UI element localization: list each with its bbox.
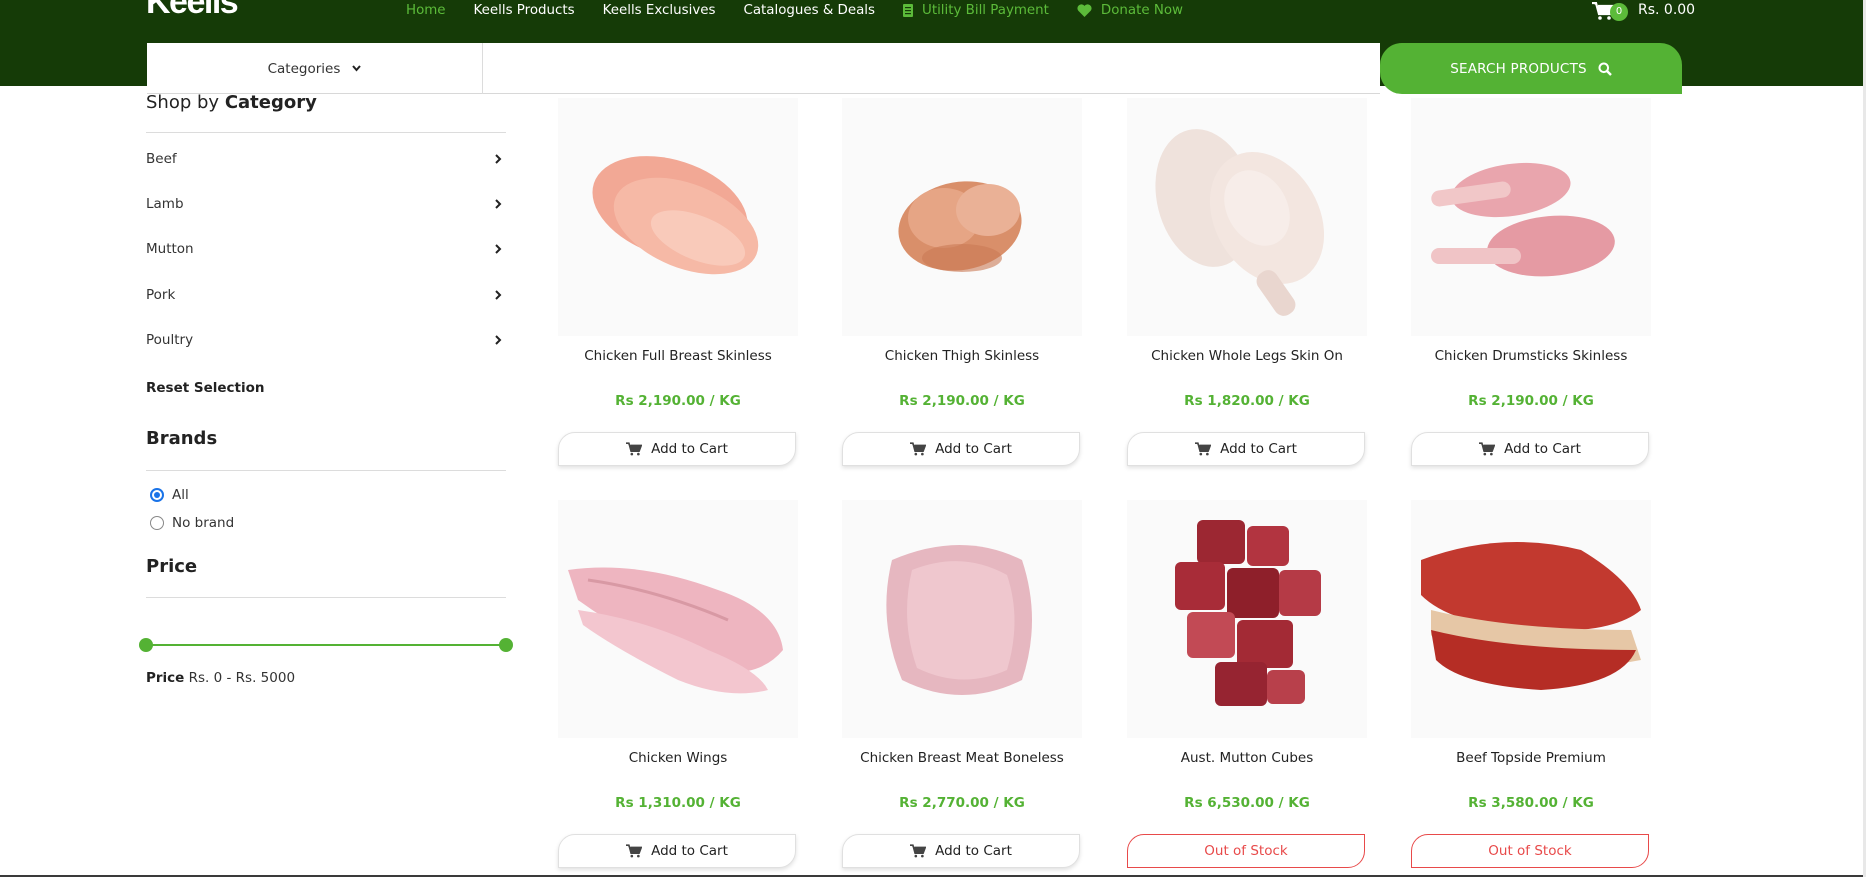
product-name[interactable]: Aust. Mutton Cubes (1127, 750, 1367, 766)
nav-keells-products[interactable]: Keells Products (474, 3, 575, 18)
nav-home[interactable]: Home (406, 3, 446, 18)
chicken-breast-boneless-image (886, 545, 1032, 695)
add-to-cart-button[interactable]: Add to Cart (842, 432, 1080, 466)
chicken-thigh-image (898, 181, 1022, 272)
category-item-pork[interactable]: Pork (146, 283, 506, 307)
price-heading: Price (146, 556, 198, 577)
price-range-label: Price Rs. 0 - Rs. 5000 (146, 670, 296, 686)
divider (146, 597, 506, 598)
product-price: Rs 2,190.00 / KG (1468, 393, 1594, 409)
product-image[interactable] (1127, 500, 1367, 738)
product-card: Chicken Breast Meat Boneless Rs 2,770.00… (842, 500, 1082, 868)
beef-topside-image (1421, 542, 1641, 690)
brand-option-no-brand[interactable]: No brand (150, 515, 234, 531)
product-price: Rs 1,310.00 / KG (615, 795, 741, 811)
mutton-cubes-image (1175, 520, 1321, 706)
product-name[interactable]: Chicken Breast Meat Boneless (842, 750, 1082, 766)
nav-catalogues-deals[interactable]: Catalogues & Deals (743, 3, 875, 18)
cart-count-badge: 0 (1610, 3, 1628, 21)
brands-heading: Brands (146, 428, 218, 449)
cart-icon (626, 844, 643, 858)
product-image[interactable] (1411, 500, 1651, 738)
product-price: Rs 2,770.00 / KG (899, 795, 1025, 811)
product-name[interactable]: Chicken Drumsticks Skinless (1411, 348, 1651, 364)
chevron-right-icon (495, 335, 502, 345)
price-range-slider[interactable] (146, 644, 506, 646)
product-name[interactable]: Chicken Wings (558, 750, 798, 766)
out-of-stock-button[interactable]: Out of Stock (1411, 834, 1649, 868)
search-products-button[interactable]: SEARCH PRODUCTS (1380, 43, 1682, 94)
category-item-beef[interactable]: Beef (146, 147, 506, 171)
reset-selection-link[interactable]: Reset Selection (146, 380, 265, 396)
out-of-stock-button[interactable]: Out of Stock (1127, 834, 1365, 868)
document-icon (903, 4, 914, 17)
cart-total: Rs. 0.00 (1638, 2, 1696, 18)
product-price: Rs 1,820.00 / KG (1184, 393, 1310, 409)
chevron-right-icon (495, 290, 502, 300)
chevron-right-icon (495, 199, 502, 209)
product-card: Beef Topside Premium Rs 3,580.00 / KG Ou… (1411, 500, 1651, 868)
divider (146, 132, 506, 133)
radio-button[interactable] (150, 516, 164, 530)
price-min-handle[interactable] (139, 638, 153, 652)
product-image[interactable] (558, 98, 798, 336)
product-name[interactable]: Chicken Thigh Skinless (842, 348, 1082, 364)
nav-utility-bill-payment[interactable]: Utility Bill Payment (903, 3, 1049, 18)
chicken-breast-image (592, 156, 759, 275)
heart-icon (1077, 4, 1092, 17)
radio-button[interactable] (150, 488, 164, 502)
cart-icon (1479, 442, 1496, 456)
divider (146, 470, 506, 471)
chicken-wings-image (568, 567, 783, 694)
keells-logo[interactable]: Keells (146, 0, 239, 20)
product-card: Chicken Thigh Skinless Rs 2,190.00 / KG … (842, 98, 1082, 466)
cart-icon (910, 844, 927, 858)
product-image[interactable] (842, 500, 1082, 738)
product-card: Chicken Whole Legs Skin On Rs 1,820.00 /… (1127, 98, 1367, 466)
product-card: Aust. Mutton Cubes Rs 6,530.00 / KG Out … (1127, 500, 1367, 868)
category-item-lamb[interactable]: Lamb (146, 192, 506, 216)
cart-icon (910, 442, 927, 456)
product-price: Rs 2,190.00 / KG (899, 393, 1025, 409)
product-card: Chicken Full Breast Skinless Rs 2,190.00… (558, 98, 798, 466)
product-image[interactable] (842, 98, 1082, 336)
chicken-legs-image (1155, 129, 1325, 316)
add-to-cart-button[interactable]: Add to Cart (842, 834, 1080, 868)
product-image[interactable] (1411, 98, 1651, 336)
product-image[interactable] (558, 500, 798, 738)
product-image[interactable] (1127, 98, 1367, 336)
product-price: Rs 2,190.00 / KG (615, 393, 741, 409)
nav-keells-exclusives[interactable]: Keells Exclusives (603, 3, 716, 18)
shop-by-category-heading: Shop by Category (146, 92, 317, 113)
add-to-cart-button[interactable]: Add to Cart (558, 834, 796, 868)
chevron-down-icon (352, 65, 362, 72)
chevron-right-icon (495, 154, 502, 164)
category-item-poultry[interactable]: Poultry (146, 328, 506, 352)
add-to-cart-button[interactable]: Add to Cart (558, 432, 796, 466)
categories-dropdown[interactable]: Categories (147, 43, 483, 94)
product-card: Chicken Wings Rs 1,310.00 / KG Add to Ca… (558, 500, 798, 868)
search-input[interactable] (485, 43, 1380, 93)
add-to-cart-button[interactable]: Add to Cart (1127, 432, 1365, 466)
search-icon (1598, 62, 1612, 76)
product-card: Chicken Drumsticks Skinless Rs 2,190.00 … (1411, 98, 1651, 466)
cart-icon (1195, 442, 1212, 456)
brand-option-all[interactable]: All (150, 487, 189, 503)
chevron-right-icon (495, 244, 502, 254)
product-name[interactable]: Chicken Full Breast Skinless (558, 348, 798, 364)
price-max-handle[interactable] (499, 638, 513, 652)
nav-donate-now[interactable]: Donate Now (1077, 3, 1183, 18)
product-name[interactable]: Chicken Whole Legs Skin On (1127, 348, 1367, 364)
product-price: Rs 6,530.00 / KG (1184, 795, 1310, 811)
cart-icon (626, 442, 643, 456)
search-bar: Categories (147, 43, 1380, 94)
category-item-mutton[interactable]: Mutton (146, 237, 506, 261)
main-nav: Home Keells Products Keells Exclusives C… (406, 0, 1211, 21)
product-price: Rs 3,580.00 / KG (1468, 795, 1594, 811)
product-name[interactable]: Beef Topside Premium (1411, 750, 1651, 766)
chicken-drumsticks-image (1431, 162, 1615, 277)
add-to-cart-button[interactable]: Add to Cart (1411, 432, 1649, 466)
